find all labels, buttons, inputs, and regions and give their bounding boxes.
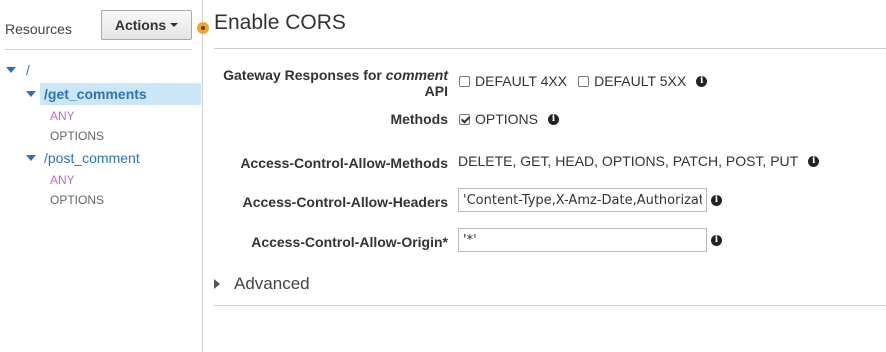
options-method-checkbox[interactable] [459, 113, 470, 125]
method-options-post-comment[interactable]: OPTIONS [50, 193, 104, 207]
gateway-label-api-name: comment [385, 67, 448, 83]
resources-sidebar: Resources Actions / /get_comments ANY OP… [0, 0, 203, 352]
tree-item-get-comments[interactable]: /get_comments [26, 86, 147, 102]
gateway-responses-options: DEFAULT 4XX DEFAULT 5XX i [459, 73, 708, 89]
resource-get-comments-link[interactable]: /get_comments [44, 86, 147, 102]
gateway-responses-label: Gateway Responses for comment API [223, 67, 448, 99]
tree-item-root[interactable]: / [6, 62, 30, 78]
default-4xx-label: DEFAULT 4XX [475, 73, 568, 89]
resource-root-link[interactable]: / [26, 62, 30, 78]
triangle-down-icon[interactable] [26, 91, 36, 97]
info-icon[interactable]: i [711, 235, 722, 246]
method-any-post-comment[interactable]: ANY [50, 173, 75, 187]
info-icon[interactable]: i [808, 155, 820, 167]
info-icon[interactable]: i [711, 195, 722, 206]
sidebar-divider [4, 49, 192, 50]
resource-post-comment-link[interactable]: /post_comment [44, 150, 140, 166]
default-5xx-checkbox[interactable] [578, 75, 590, 87]
gateway-label-suffix: API [424, 83, 448, 99]
actions-button[interactable]: Actions [101, 10, 192, 40]
gateway-label-prefix: Gateway Responses for [223, 67, 386, 83]
allow-headers-input[interactable] [458, 188, 707, 212]
methods-label: Methods [390, 111, 448, 127]
page-title: Enable CORS [214, 11, 346, 34]
allow-methods-value: DELETE, GET, HEAD, OPTIONS, PATCH, POST,… [458, 153, 799, 169]
caret-down-icon [170, 23, 179, 27]
advanced-toggle[interactable]: Advanced [214, 274, 310, 294]
allow-origin-input[interactable] [458, 228, 707, 252]
method-any-get-comments[interactable]: ANY [50, 109, 75, 123]
default-4xx-checkbox[interactable] [459, 75, 470, 87]
triangle-right-icon[interactable] [214, 279, 220, 289]
title-divider [214, 48, 886, 49]
info-icon[interactable]: i [548, 113, 560, 125]
triangle-down-icon[interactable] [26, 155, 36, 161]
methods-options: OPTIONS i [459, 111, 560, 127]
resources-title: Resources [5, 21, 72, 37]
default-5xx-label: DEFAULT 5XX [594, 73, 687, 89]
actions-button-label: Actions [114, 17, 167, 33]
advanced-divider [214, 305, 886, 306]
tree-item-post-comment[interactable]: /post_comment [26, 150, 140, 166]
allow-headers-label: Access-Control-Allow-Headers [242, 194, 448, 210]
method-options-get-comments[interactable]: OPTIONS [50, 129, 104, 143]
options-method-label: OPTIONS [475, 111, 539, 127]
allow-origin-label: Access-Control-Allow-Origin* [251, 234, 448, 250]
allow-methods-label: Access-Control-Allow-Methods [240, 155, 448, 171]
info-icon[interactable]: i [696, 75, 708, 87]
advanced-label[interactable]: Advanced [234, 274, 310, 294]
allow-methods-row: DELETE, GET, HEAD, OPTIONS, PATCH, POST,… [458, 153, 820, 169]
triangle-down-icon[interactable] [6, 67, 16, 73]
resize-handle-icon[interactable] [197, 22, 209, 34]
